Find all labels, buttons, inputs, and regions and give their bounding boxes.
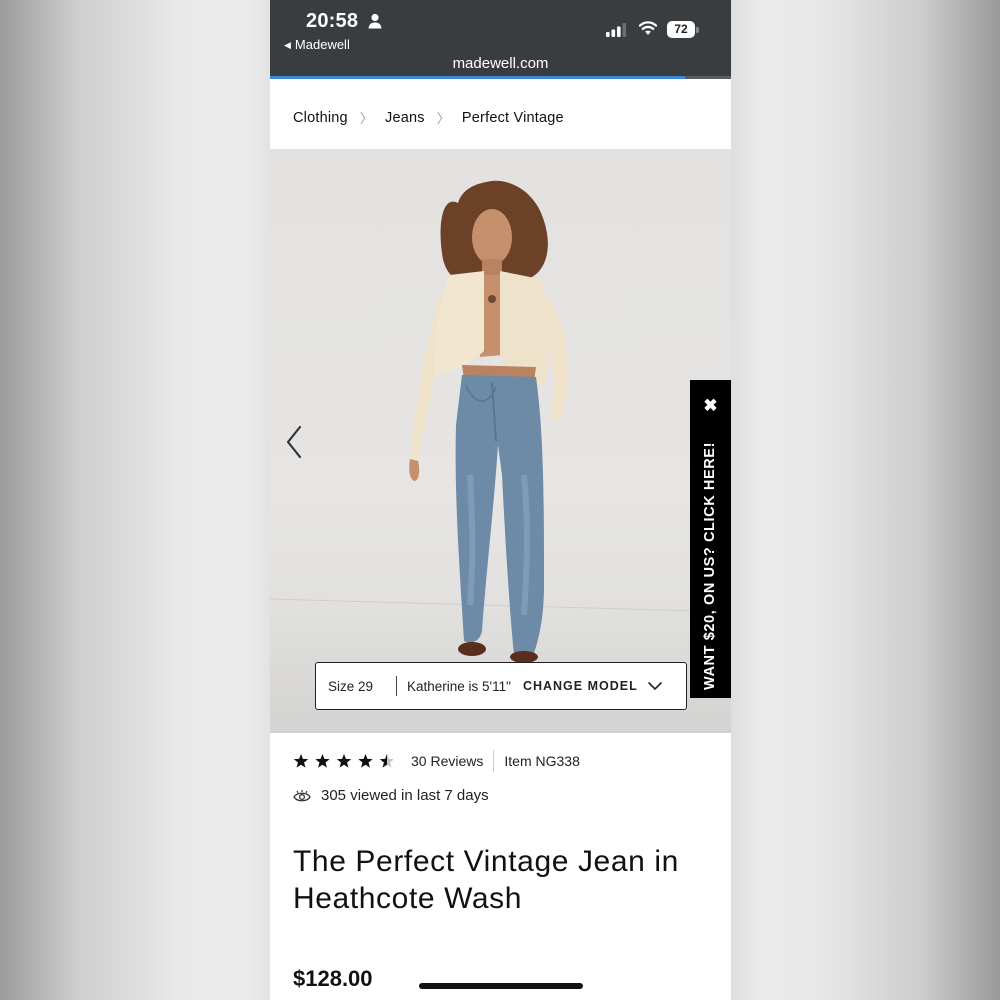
address-bar-url[interactable]: madewell.com <box>270 55 731 72</box>
breadcrumb-separator-icon: 〉 <box>436 111 450 126</box>
rating-row: 30 Reviews Item NG338 <box>293 750 580 772</box>
viewed-count-row: 305 viewed in last 7 days <box>293 787 489 804</box>
model-height-note: Katherine is 5'11" <box>407 678 511 694</box>
reviews-link[interactable]: 30 Reviews <box>411 753 483 769</box>
battery-level: 72 <box>667 21 695 38</box>
wifi-icon <box>638 21 658 35</box>
home-indicator[interactable] <box>419 983 583 989</box>
back-app-label: Madewell <box>294 37 350 52</box>
previous-image-arrow-icon[interactable] <box>284 425 304 459</box>
star-icon <box>358 753 373 768</box>
change-model-button[interactable]: CHANGE MODEL <box>523 679 638 693</box>
page-load-progress-fill <box>270 76 685 79</box>
product-model-image <box>409 180 569 663</box>
back-triangle-icon: ◀ <box>284 40 291 50</box>
model-size: Size 29 <box>328 678 374 694</box>
star-icon <box>379 753 393 768</box>
battery-indicator: 72 <box>667 21 699 38</box>
product-title: The Perfect Vintage Jean in Heathcote Wa… <box>293 845 679 915</box>
model-bar-divider <box>396 676 397 696</box>
promo-tab[interactable]: ✖ WANT $20, ON US? CLICK HERE! <box>690 380 731 698</box>
phone-screen: 20:58 ◀ Madewell 72 madewell.com Clothin… <box>270 0 731 1000</box>
model-info-bar: Size 29 Katherine is 5'11" CHANGE MODEL <box>315 662 687 710</box>
battery-nub <box>696 27 699 33</box>
product-price: $128.00 <box>293 966 373 991</box>
status-bar: 20:58 ◀ Madewell 72 madewell.com <box>270 0 731 79</box>
viewed-count: 305 viewed in last 7 days <box>321 787 489 804</box>
breadcrumb-clothing[interactable]: Clothing <box>293 110 348 126</box>
status-time: 20:58 <box>306 10 359 32</box>
rating-stars[interactable] <box>293 753 393 769</box>
breadcrumb-separator-icon: 〉 <box>359 111 374 126</box>
close-promo-icon[interactable]: ✖ <box>690 396 731 416</box>
back-to-app-link[interactable]: ◀ Madewell <box>284 37 350 52</box>
eye-icon <box>293 789 311 801</box>
product-image-carousel[interactable]: Size 29 Katherine is 5'11" CHANGE MODEL <box>270 149 731 733</box>
star-icon <box>336 753 352 768</box>
breadcrumb: Clothing 〉 Jeans 〉 Perfect Vintage <box>293 108 564 127</box>
item-number: Item NG338 <box>504 753 580 769</box>
person-icon <box>368 13 382 29</box>
star-icon <box>293 753 309 768</box>
cellular-signal-icon <box>606 23 627 37</box>
chevron-down-icon[interactable] <box>647 681 662 691</box>
page-load-progress <box>270 76 731 79</box>
phone-shadow-right <box>731 0 761 1000</box>
promo-text[interactable]: WANT $20, ON US? CLICK HERE! <box>702 442 718 690</box>
breadcrumb-jeans[interactable]: Jeans <box>385 110 425 126</box>
breadcrumb-perfect-vintage[interactable]: Perfect Vintage <box>462 110 564 126</box>
star-icon <box>315 753 330 768</box>
rating-divider <box>493 750 495 772</box>
